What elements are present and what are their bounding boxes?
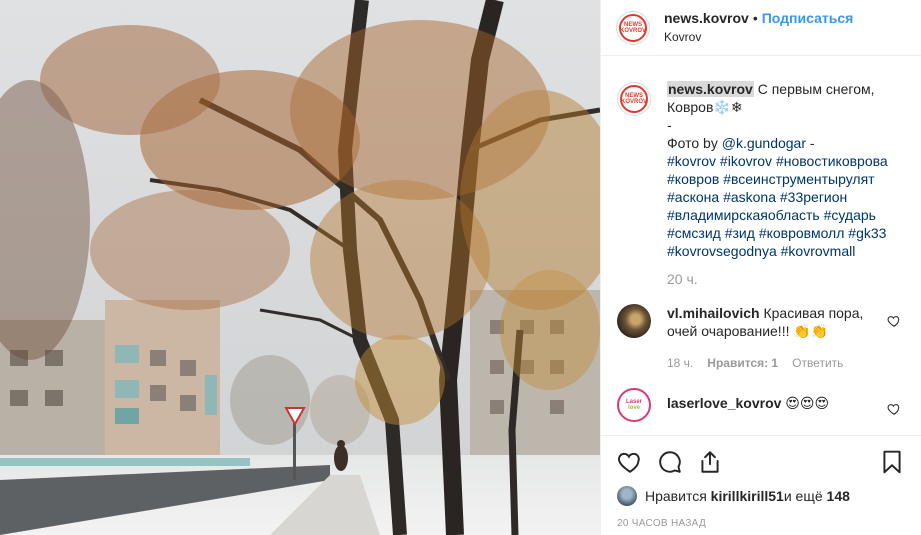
- comment-username[interactable]: vl.mihailovich: [667, 305, 760, 321]
- comment-item: Laser love laserlove_kovrov 😍😍😍: [617, 388, 905, 422]
- share-icon[interactable]: [697, 449, 723, 475]
- likes-prefix: Нравится: [645, 488, 707, 504]
- caption-avatar-logo: NEWS KOVROV: [620, 85, 648, 113]
- comment-body: laserlove_kovrov 😍😍😍: [667, 388, 877, 422]
- caption-hashtags: #kovrov #ikovrov #новостиковрова #ковров…: [667, 152, 897, 260]
- laser-avatar-bottom: love: [627, 405, 640, 411]
- hashtag-link[interactable]: #33регион: [780, 189, 847, 205]
- comment-item: vl.mihailovich Красивая пора, очей очаро…: [617, 304, 905, 372]
- likes-summary[interactable]: Нравится kirillkirill51 и ещё 148: [617, 486, 905, 506]
- likes-and: и ещё: [783, 488, 823, 504]
- author-avatar[interactable]: NEWS KOVROV: [616, 10, 650, 45]
- credit-prefix: Фото by: [667, 135, 722, 151]
- hashtag-link[interactable]: #зид: [725, 225, 755, 241]
- post-header: NEWS KOVROV news.kovrov • Подписаться Ko…: [601, 0, 921, 56]
- comment-likes[interactable]: Нравится: 1: [707, 354, 778, 372]
- author-username[interactable]: news.kovrov: [664, 10, 749, 27]
- post-actions: Нравится kirillkirill51 и ещё 148 20 час…: [601, 435, 921, 529]
- commenter-avatar[interactable]: Laser love: [617, 388, 651, 422]
- hashtag-link[interactable]: #ковров: [667, 171, 719, 187]
- like-heart-icon[interactable]: [617, 449, 643, 475]
- hashtag-link[interactable]: #владимирскаяобласть: [667, 207, 820, 223]
- likes-count[interactable]: 148: [827, 488, 850, 504]
- bookmark-icon[interactable]: [879, 449, 905, 475]
- hashtag-link[interactable]: #askona: [723, 189, 776, 205]
- hashtag-link[interactable]: #всеинструментырулят: [723, 171, 874, 187]
- header-line: news.kovrov • Подписаться: [664, 10, 853, 27]
- action-icons: [617, 444, 905, 480]
- reply-button[interactable]: Ответить: [792, 354, 843, 372]
- comment-meta: 18 ч. Нравится: 1 Ответить: [667, 354, 877, 372]
- like-comment-heart-icon[interactable]: [887, 314, 901, 328]
- like-comment-heart-icon[interactable]: [887, 402, 901, 416]
- caption-body: news.kovrov С первым снегом, Ковров❄️❄ -…: [667, 80, 897, 288]
- commenter-avatar[interactable]: [617, 304, 651, 338]
- hashtag-link[interactable]: #аскона: [667, 189, 719, 205]
- post-photo[interactable]: [0, 0, 600, 535]
- caption-credit: Фото by @k.gundogar -: [667, 134, 897, 152]
- hashtag-link[interactable]: #новостиковрова: [776, 153, 888, 169]
- caption-avatar[interactable]: NEWS KOVROV: [617, 82, 651, 116]
- hashtag-link[interactable]: #kovrovsegodnya: [667, 243, 777, 259]
- caption-username[interactable]: news.kovrov: [667, 81, 754, 97]
- comment-time[interactable]: 18 ч.: [667, 354, 693, 372]
- hashtag-link[interactable]: #ikovrov: [720, 153, 772, 169]
- credit-user-link[interactable]: @k.gundogar: [722, 135, 806, 151]
- comments-list[interactable]: NEWS KOVROV news.kovrov С первым снегом,…: [601, 57, 921, 435]
- hashtag-link[interactable]: #ковровмолл: [759, 225, 845, 241]
- author-avatar-logo: NEWS KOVROV: [619, 13, 647, 42]
- post-caption: NEWS KOVROV news.kovrov С первым снегом,…: [617, 80, 905, 288]
- comment-bubble-icon[interactable]: [657, 449, 683, 475]
- credit-suffix: -: [806, 135, 815, 151]
- hashtag-link[interactable]: #смсзид: [667, 225, 721, 241]
- avatar-logo-bottom: KOVROV: [620, 27, 647, 34]
- hashtag-link[interactable]: #kovrov: [667, 153, 716, 169]
- header-text: news.kovrov • Подписаться Kovrov: [664, 10, 853, 46]
- comment-username[interactable]: laserlove_kovrov: [667, 395, 781, 411]
- separator-dot: •: [752, 9, 758, 26]
- caption-time[interactable]: 20 ч.: [667, 270, 897, 288]
- hashtag-link[interactable]: #gk33: [848, 225, 886, 241]
- liker-avatar[interactable]: [617, 486, 637, 506]
- caption-avatar-bottom: KOVROV: [621, 99, 648, 105]
- follow-button[interactable]: Подписаться: [762, 10, 854, 27]
- post-location[interactable]: Kovrov: [664, 29, 853, 46]
- hashtag-link[interactable]: #kovrovmall: [781, 243, 856, 259]
- caption-dash: -: [667, 117, 672, 133]
- post-timestamp[interactable]: 20 часов назад: [617, 518, 905, 529]
- snowy-autumn-street-image: [0, 0, 600, 535]
- comment-body: vl.mihailovich Красивая пора, очей очаро…: [667, 304, 877, 372]
- hashtag-link[interactable]: #сударь: [824, 207, 876, 223]
- comment-text: 😍😍😍: [785, 395, 830, 411]
- post-side-panel: NEWS KOVROV news.kovrov • Подписаться Ko…: [600, 0, 921, 535]
- liker-username[interactable]: kirillkirill51: [711, 488, 784, 504]
